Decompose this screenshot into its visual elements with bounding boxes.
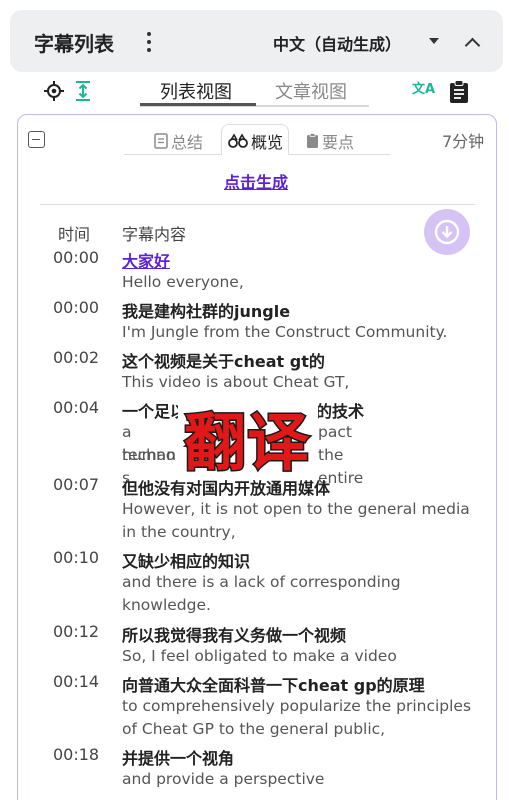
row-text-zh: 向普通大众全面科普一下cheat gp的原理 [122,676,425,695]
row-time[interactable]: 00:02 [53,348,99,367]
translate-icon[interactable]: 文A [412,80,436,104]
divider [40,204,475,205]
document-icon [154,133,168,149]
download-button[interactable] [424,209,470,255]
row-text-en: This video is about Cheat GT, [122,373,350,391]
row-text-zh: 并提供一个视角 [122,749,235,768]
row-text-zh: 又缺少相应的知识 [122,552,251,571]
collapse-chevron-up-icon[interactable] [464,37,481,54]
tab-overview[interactable]: 概览 [228,129,283,153]
row-time[interactable]: 00:07 [53,475,99,494]
video-duration: 7分钟 [442,132,485,151]
translate-glyph-zh: 文A [412,81,435,97]
header-title: 字幕列表 [34,32,114,56]
tab-summary-label: 总结 [171,133,204,152]
row-text-en: to comprehensively popularize the princi… [122,697,472,738]
translate-watermark: 翻译 [182,405,311,481]
clipboard-icon[interactable] [449,80,469,104]
column-header-content: 字幕内容 [122,225,187,244]
download-arrow-icon [434,219,460,245]
row-text-zh: 所以我觉得我有义务做一个视频 [122,626,347,645]
row-text-en: and there is a lack of corresponding kno… [122,573,401,614]
tab-active-indicator [140,103,256,106]
row-text-zh: 这个视频是关于cheat gt的 [122,352,325,371]
row-text-en: I'm Jungle from the Construct Community. [122,323,448,341]
clipboard-small-icon [307,133,318,148]
tab-list-view[interactable]: 列表视图 [160,78,232,104]
locate-crosshair-icon[interactable] [43,80,65,102]
row-text-en: and provide a perspective [122,770,325,788]
tab-article-view[interactable]: 文章视图 [275,78,347,104]
tab-summary[interactable]: 总结 [154,129,203,153]
expand-vertical-icon[interactable] [73,80,93,102]
row-time[interactable]: 00:00 [53,298,99,317]
tab-keypoints-label: 要点 [322,133,355,152]
row-text-en: So, I feel obligated to make a video [122,647,397,665]
generate-summary-link[interactable]: 点击生成 [224,169,288,193]
view-toolbar: 列表视图 文章视图 文A [0,72,509,112]
subtitle-header: 字幕列表 中文（自动生成） [10,10,503,72]
row-time[interactable]: 00:18 [53,745,99,764]
row-text-en: Hello everyone, [122,273,244,291]
binoculars-icon [228,133,248,148]
row-time[interactable]: 00:00 [53,248,99,267]
row-time[interactable]: 00:04 [53,398,99,417]
more-options-icon[interactable] [144,30,154,54]
row-time[interactable]: 00:10 [53,548,99,567]
language-select[interactable]: 中文（自动生成） [273,31,401,55]
chevron-down-icon[interactable] [429,38,439,44]
row-time[interactable]: 00:14 [53,672,99,691]
collapse-box-icon[interactable] [28,131,45,148]
row-text-zh[interactable]: 大家好 [122,248,170,272]
row-text-en: However, it is not open to the general m… [122,500,470,541]
tab-overview-label: 概览 [251,133,284,152]
column-header-time: 时间 [58,225,91,244]
summary-subtabs: 总结 概览 要点 [124,124,390,155]
row-text-zh: 我是建构社群的jungle [122,302,291,321]
row-time[interactable]: 00:12 [53,622,99,641]
row-text-zh: 一个足以 [122,402,187,421]
tab-keypoints[interactable]: 要点 [306,129,354,153]
